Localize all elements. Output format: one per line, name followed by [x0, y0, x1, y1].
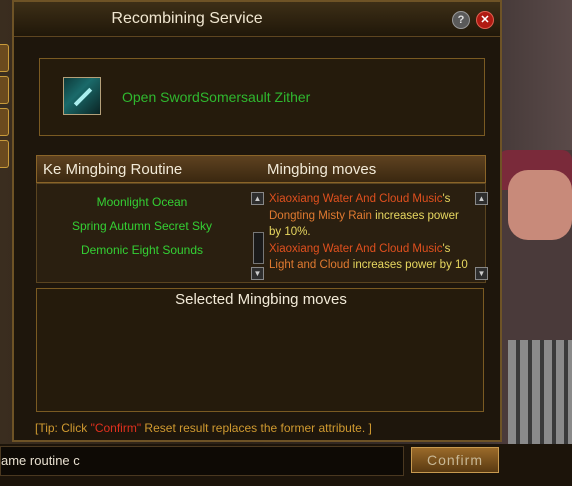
character-armor [508, 340, 572, 460]
routine-item[interactable]: Demonic Eight Sounds [37, 243, 247, 257]
help-button[interactable]: ? [452, 11, 470, 29]
recombining-window: Recombining Service ? ✕ Open SwordSomers… [12, 0, 502, 442]
list-header: Ke Mingbing Routine Mingbing moves [36, 155, 486, 183]
moves-scroll-down-button[interactable]: ▼ [475, 267, 488, 280]
close-icon: ✕ [480, 14, 490, 26]
side-tab[interactable] [0, 44, 9, 72]
zither-sword-icon[interactable] [63, 77, 101, 115]
close-button[interactable]: ✕ [476, 11, 494, 29]
moves-list: Xiaoxiang Water And Cloud Music's Dongti… [269, 191, 469, 274]
character-face [508, 170, 572, 240]
item-panel: Open SwordSomersault Zither [39, 58, 485, 136]
routine-header: Ke Mingbing Routine [43, 161, 183, 178]
moves-header: Mingbing moves [267, 161, 377, 178]
item-name: Open SwordSomersault Zither [122, 89, 311, 105]
scroll-up-button[interactable]: ▲ [251, 192, 264, 205]
selected-moves-panel: Selected Mingbing moves [36, 288, 484, 412]
side-tab[interactable] [0, 140, 9, 168]
side-tab[interactable] [0, 108, 9, 136]
confirm-button[interactable]: Confirm [411, 447, 499, 473]
tip-text: [Tip: Click "Confirm" Reset result repla… [35, 421, 372, 435]
move-entry[interactable]: Xiaoxiang Water And Cloud Music's Light … [269, 241, 469, 274]
moves-scroll-up-button[interactable]: ▲ [475, 192, 488, 205]
character-figure [498, 150, 572, 486]
scrollbar-thumb[interactable] [253, 232, 264, 264]
chat-input[interactable]: ame routine c [0, 446, 404, 476]
lists-area: Moonlight Ocean Spring Autumn Secret Sky… [36, 183, 488, 283]
window-title: Recombining Service [111, 10, 263, 27]
routine-item[interactable]: Spring Autumn Secret Sky [37, 219, 247, 233]
selected-moves-title: Selected Mingbing moves [175, 291, 347, 308]
title-bar[interactable]: Recombining Service ? ✕ [14, 2, 500, 37]
move-entry[interactable]: Xiaoxiang Water And Cloud Music's Dongti… [269, 191, 469, 241]
routine-item[interactable]: Moonlight Ocean [37, 195, 247, 209]
question-icon: ? [457, 14, 465, 26]
scroll-down-button[interactable]: ▼ [251, 267, 264, 280]
side-tab[interactable] [0, 76, 9, 104]
